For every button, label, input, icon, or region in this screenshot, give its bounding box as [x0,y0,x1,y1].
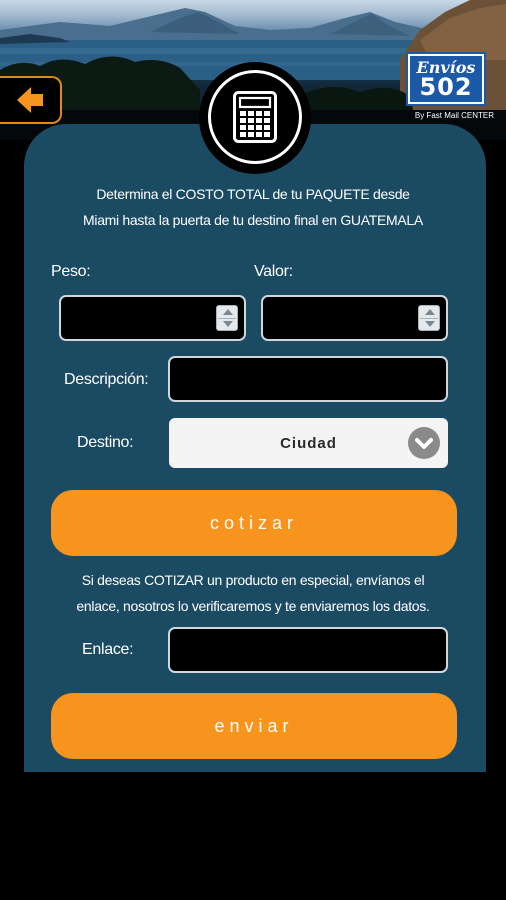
byline: By Fast Mail CENTER [414,111,494,120]
intro-text-line2: Miami hasta la puerta de tu destino fina… [83,212,423,228]
peso-input[interactable] [59,295,246,341]
enlace-input[interactable] [168,627,448,673]
destino-select[interactable]: Ciudad [169,418,448,468]
chevron-down-icon [408,427,440,459]
envios-502-logo: Envíos 502 [406,52,486,106]
calculator-badge [208,70,302,164]
cotizar-button-label: cotizar [209,512,298,533]
arrow-left-icon [17,87,43,113]
enviar-button[interactable]: enviar [51,693,457,759]
back-button[interactable] [0,76,62,124]
valor-label: Valor: [254,263,293,280]
descripcion-input[interactable] [168,356,448,402]
valor-input[interactable] [261,295,448,341]
peso-stepper[interactable] [216,305,238,331]
cotizar-button[interactable]: cotizar [51,490,457,556]
destino-label: Destino: [77,434,134,451]
enlace-label: Enlace: [82,641,134,658]
destino-selected-value: Ciudad [280,434,337,452]
special-text-line1: Si deseas COTIZAR un producto en especia… [81,572,425,588]
enviar-button-label: enviar [214,715,294,736]
valor-stepper[interactable] [418,305,440,331]
logo-line2: 502 [419,73,473,101]
intro-text-line1: Determina el COSTO TOTAL de tu PAQUETE d… [96,186,410,202]
peso-label: Peso: [51,263,91,280]
calculator-icon [233,91,277,143]
special-text-line2: enlace, nosotros lo verificaremos y te e… [76,598,430,614]
descripcion-label: Descripción: [64,371,149,388]
